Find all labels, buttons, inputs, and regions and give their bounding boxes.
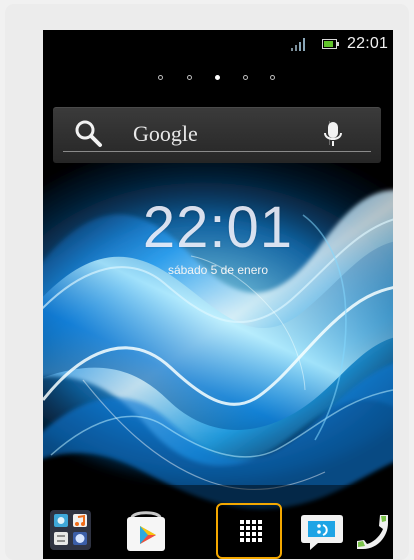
mic-icon[interactable]: [321, 119, 345, 149]
screenshot-card: 22:01 Google 22:01 sábado 5 de enero: [5, 4, 409, 560]
home-dock: [43, 502, 393, 559]
status-bar: 22:01: [43, 30, 393, 59]
status-bar-time: 22:01: [347, 35, 389, 52]
home-page-indicator: [43, 72, 393, 84]
app-drawer-button[interactable]: [216, 503, 282, 559]
shopping-bag-icon[interactable]: [124, 509, 168, 555]
page-dot-3-active[interactable]: [215, 75, 220, 80]
android-home-screen: 22:01 Google 22:01 sábado 5 de enero: [43, 30, 393, 559]
messaging-icon[interactable]: [300, 511, 344, 552]
google-search-widget[interactable]: Google: [53, 107, 381, 163]
page-dot-1[interactable]: [158, 75, 163, 80]
search-label[interactable]: Google: [133, 121, 198, 147]
search-icon[interactable]: [73, 119, 105, 149]
search-underline: [63, 151, 371, 152]
page-dot-2[interactable]: [187, 75, 192, 80]
signal-icon: [291, 38, 305, 51]
folder-icon[interactable]: [49, 509, 92, 551]
clock-widget-date[interactable]: sábado 5 de enero: [43, 263, 393, 277]
phone-icon[interactable]: [353, 512, 393, 552]
clock-widget-time[interactable]: 22:01: [43, 194, 393, 261]
page-dot-4[interactable]: [243, 75, 248, 80]
apps-grid-icon: [240, 520, 262, 542]
page-dot-5[interactable]: [270, 75, 275, 80]
battery-icon: [322, 39, 339, 49]
